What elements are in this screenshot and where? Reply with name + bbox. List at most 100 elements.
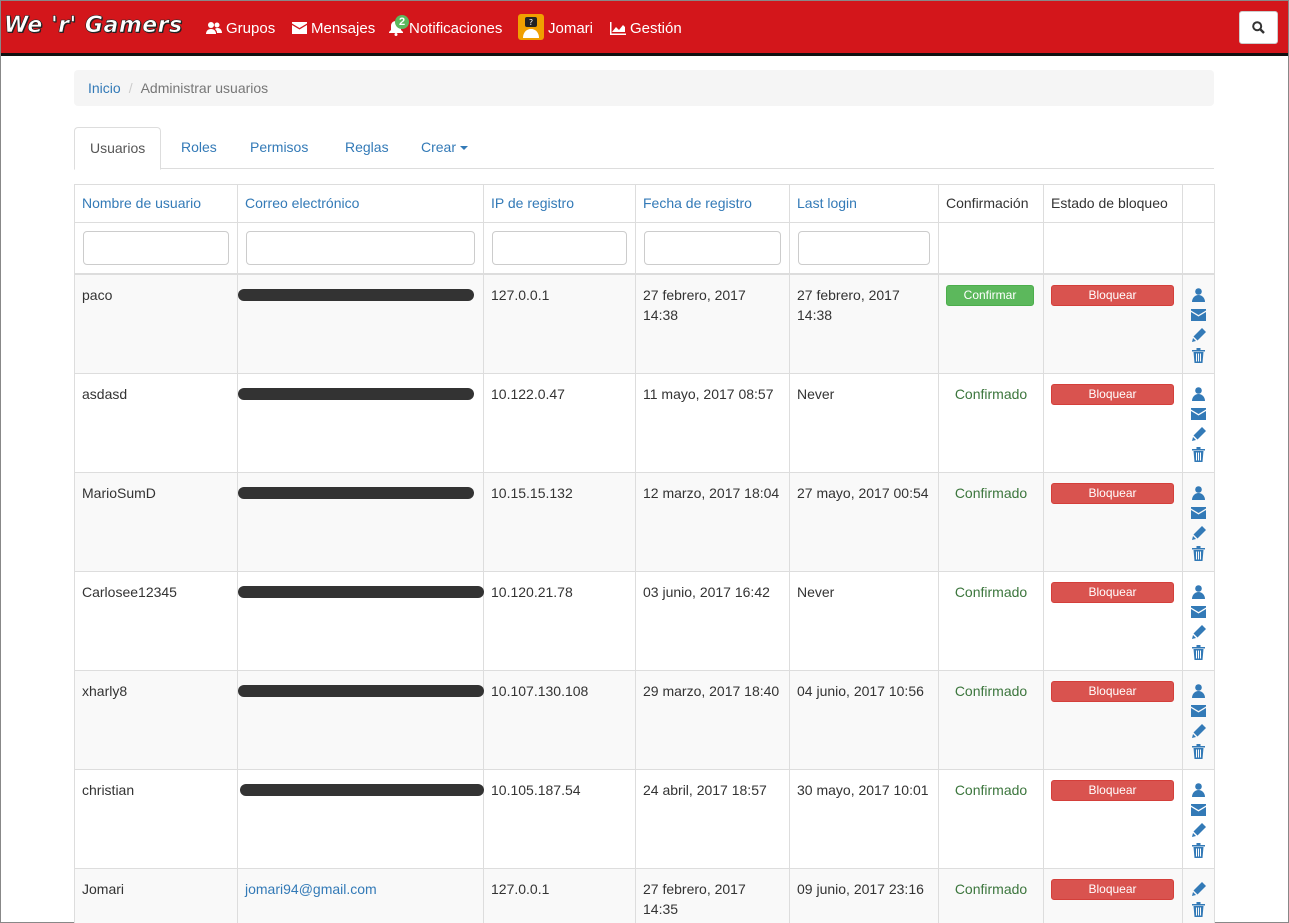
email-link[interactable]: jomari94@gmail.com xyxy=(245,879,476,899)
cell-actions xyxy=(1182,472,1215,572)
avatar: ? xyxy=(518,13,544,40)
envelope-icon[interactable] xyxy=(1191,307,1207,323)
row-actions xyxy=(1183,483,1214,561)
trash-icon[interactable] xyxy=(1191,743,1207,759)
row-actions xyxy=(1183,879,1214,917)
nav-notificaciones-label: Notificaciones xyxy=(409,19,503,37)
pencil-icon[interactable] xyxy=(1191,822,1207,838)
row-actions xyxy=(1183,384,1214,462)
confirmed-status: Confirmado xyxy=(954,584,1028,600)
cell-actions xyxy=(1182,571,1215,671)
filter-cell xyxy=(789,222,939,275)
email-redacted xyxy=(238,582,484,602)
trash-icon[interactable] xyxy=(1191,347,1207,363)
cell-date: 27 febrero, 2017 14:38 xyxy=(635,273,790,374)
nav-gestion[interactable]: Gestión xyxy=(610,18,682,38)
table-row: xharly8 10.107.130.108 29 marzo, 2017 18… xyxy=(74,670,1215,770)
breadcrumb-home[interactable]: Inicio xyxy=(88,80,121,96)
block-button[interactable]: Bloquear xyxy=(1051,582,1174,603)
block-button[interactable]: Bloquear xyxy=(1051,780,1174,801)
cell-actions xyxy=(1182,868,1215,923)
pencil-icon[interactable] xyxy=(1191,525,1207,541)
user-icon[interactable] xyxy=(1191,386,1207,402)
filter-email-input[interactable] xyxy=(246,231,475,265)
cell-email xyxy=(237,670,484,770)
tab-reglas[interactable]: Reglas xyxy=(330,127,404,169)
block-button[interactable]: Bloquear xyxy=(1051,681,1174,702)
cell-last-login: 30 mayo, 2017 10:01 xyxy=(789,769,939,869)
filter-ip-input[interactable] xyxy=(492,231,627,265)
brand-logo[interactable]: We 'r' Gamers xyxy=(4,13,183,39)
breadcrumb-separator: / xyxy=(128,80,133,96)
redaction-bar xyxy=(238,289,474,301)
envelope-icon[interactable] xyxy=(1191,604,1207,620)
confirmed-status: Confirmado xyxy=(954,485,1028,501)
cell-confirmation: Confirmado xyxy=(938,868,1044,923)
header-date-link[interactable]: Fecha de registro xyxy=(643,195,752,211)
header-date[interactable]: Fecha de registro xyxy=(635,184,790,223)
nav-mensajes[interactable]: Mensajes xyxy=(292,18,375,38)
confirmed-status: Confirmado xyxy=(954,881,1028,897)
confirm-button[interactable]: Confirmar xyxy=(946,285,1034,306)
filter-date-input[interactable] xyxy=(644,231,781,265)
user-icon[interactable] xyxy=(1191,683,1207,699)
cell-date: 12 marzo, 2017 18:04 xyxy=(635,472,790,572)
nav-grupos[interactable]: Grupos xyxy=(206,18,275,38)
confirmed-status: Confirmado xyxy=(954,683,1028,699)
pencil-icon[interactable] xyxy=(1191,723,1207,739)
header-email[interactable]: Correo electrónico xyxy=(237,184,484,223)
trash-icon[interactable] xyxy=(1191,644,1207,660)
trash-icon[interactable] xyxy=(1191,842,1207,858)
users-table: Nombre de usuario Correo electrónico IP … xyxy=(74,184,1215,923)
nav-profile[interactable]: ? Jomari xyxy=(518,13,593,40)
header-ip[interactable]: IP de registro xyxy=(483,184,636,223)
search-button[interactable] xyxy=(1239,11,1278,44)
pencil-icon[interactable] xyxy=(1191,426,1207,442)
cell-ip: 10.120.21.78 xyxy=(483,571,636,671)
envelope-icon[interactable] xyxy=(1191,703,1207,719)
filter-username-input[interactable] xyxy=(83,231,229,265)
header-username-link[interactable]: Nombre de usuario xyxy=(82,195,201,211)
header-username[interactable]: Nombre de usuario xyxy=(74,184,238,223)
header-last-login[interactable]: Last login xyxy=(789,184,939,223)
row-actions xyxy=(1183,285,1214,363)
user-icon[interactable] xyxy=(1191,584,1207,600)
user-icon[interactable] xyxy=(1191,782,1207,798)
trash-icon[interactable] xyxy=(1191,446,1207,462)
user-icon[interactable] xyxy=(1191,485,1207,501)
tab-crear[interactable]: Crear xyxy=(406,127,483,169)
confirmed-status: Confirmado xyxy=(954,782,1028,798)
cell-ip: 10.15.15.132 xyxy=(483,472,636,572)
header-last-login-link[interactable]: Last login xyxy=(797,195,857,211)
block-button[interactable]: Bloquear xyxy=(1051,285,1174,306)
user-icon[interactable] xyxy=(1191,287,1207,303)
tab-roles[interactable]: Roles xyxy=(166,127,232,169)
pencil-icon[interactable] xyxy=(1191,881,1207,897)
cell-last-login: 04 junio, 2017 10:56 xyxy=(789,670,939,770)
filter-last-login-input[interactable] xyxy=(798,231,930,265)
header-ip-link[interactable]: IP de registro xyxy=(491,195,574,211)
cell-confirmation: Confirmado xyxy=(938,670,1044,770)
envelope-icon[interactable] xyxy=(1191,802,1207,818)
block-button[interactable]: Bloquear xyxy=(1051,384,1174,405)
email-redacted xyxy=(238,483,476,503)
pencil-icon[interactable] xyxy=(1191,327,1207,343)
tab-usuarios[interactable]: Usuarios xyxy=(74,127,162,170)
table-row: paco 127.0.0.1 27 febrero, 2017 14:38 27… xyxy=(74,273,1215,374)
cell-username: xharly8 xyxy=(74,670,238,770)
tab-crear-label: Crear xyxy=(421,139,457,155)
trash-icon[interactable] xyxy=(1191,901,1207,917)
block-button[interactable]: Bloquear xyxy=(1051,483,1174,504)
redaction-bar xyxy=(238,685,484,697)
nav-gestion-label: Gestión xyxy=(630,19,682,37)
nav-notificaciones[interactable]: 2 Notificaciones xyxy=(389,15,503,38)
cell-username: Carlosee12345 xyxy=(74,571,238,671)
tab-permisos[interactable]: Permisos xyxy=(235,127,323,169)
pencil-icon[interactable] xyxy=(1191,624,1207,640)
envelope-icon[interactable] xyxy=(1191,505,1207,521)
trash-icon[interactable] xyxy=(1191,545,1207,561)
envelope-icon[interactable] xyxy=(1191,406,1207,422)
header-email-link[interactable]: Correo electrónico xyxy=(245,195,359,211)
cell-ip: 10.107.130.108 xyxy=(483,670,636,770)
block-button[interactable]: Bloquear xyxy=(1051,879,1174,900)
